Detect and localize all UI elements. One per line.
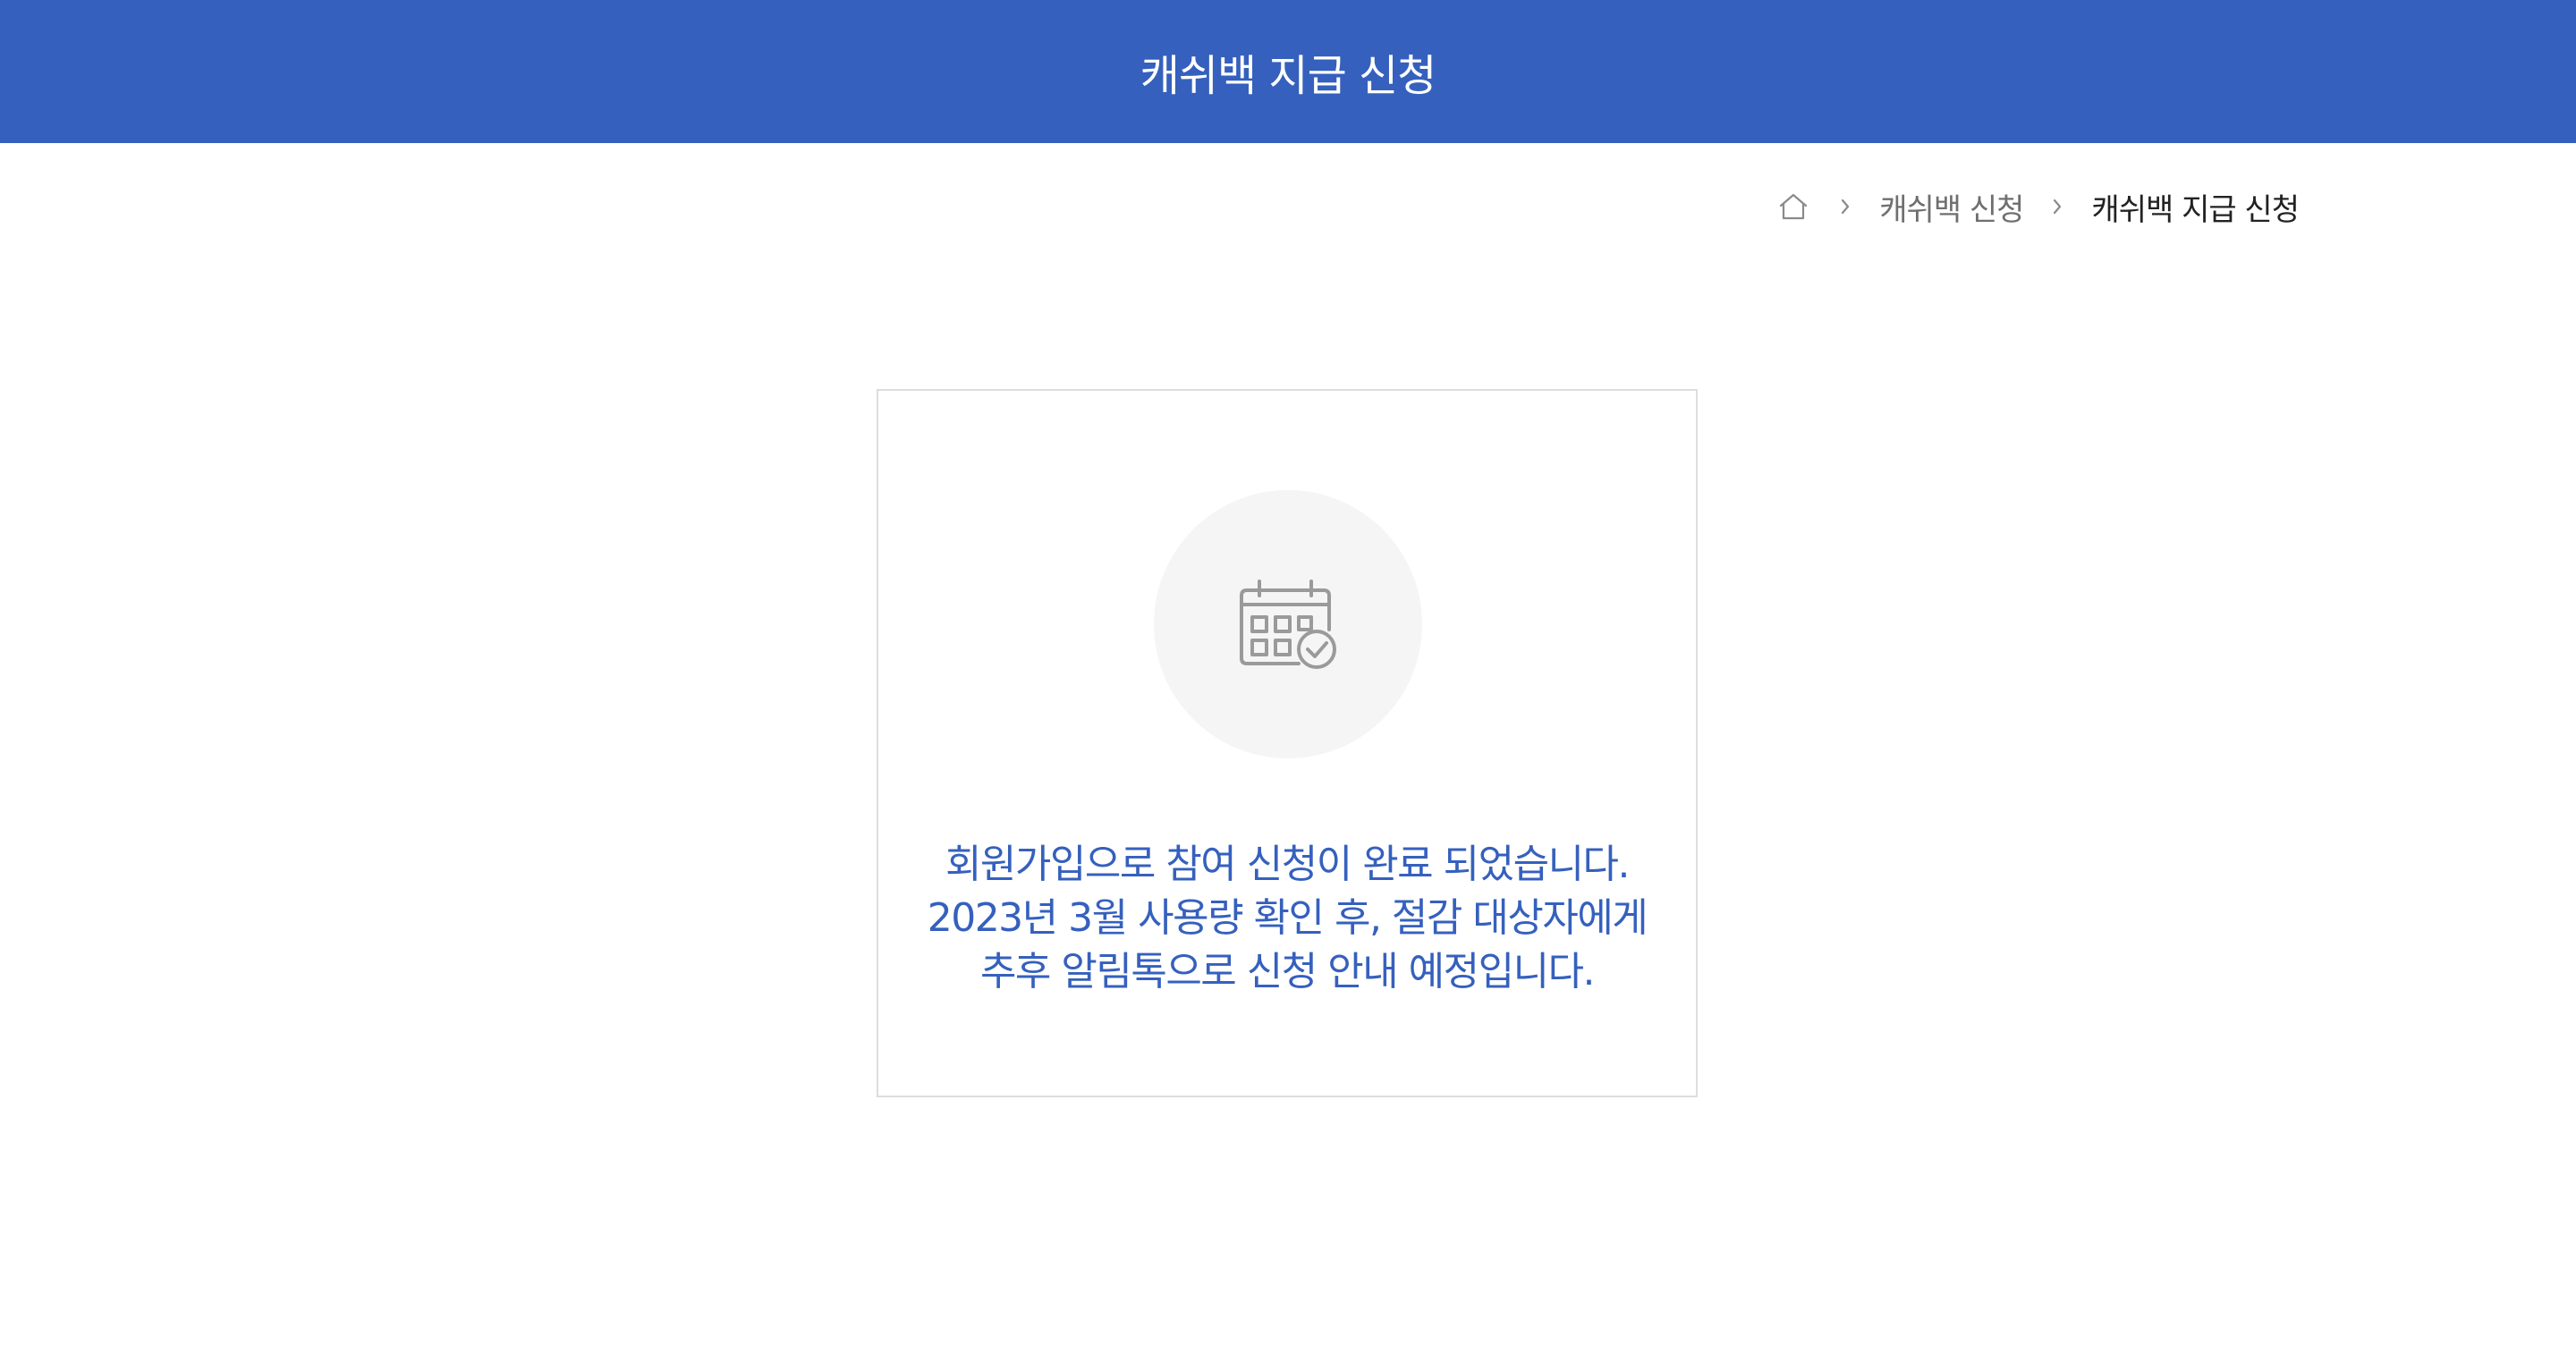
page-title: 캐쉬백 지급 신청 [1140, 51, 1437, 101]
message-line: 추후 알림톡으로 신청 안내 예정입니다. [979, 949, 1596, 994]
chevron-right-icon [1836, 189, 1854, 224]
completion-message: 회원가입으로 참여 신청이 완료 되었습니다. 2023년 3월 사용량 확인 … [878, 838, 1696, 999]
breadcrumb-item-current: 캐쉬백 지급 신청 [2091, 191, 2300, 228]
breadcrumb-item-cashback-apply[interactable]: 캐쉬백 신청 [1879, 185, 2024, 229]
calendar-check-icon [1240, 580, 1336, 669]
chevron-right-icon [2048, 189, 2066, 224]
home-icon[interactable] [1775, 189, 1811, 224]
icon-circle [1154, 490, 1422, 758]
result-card: 회원가입으로 참여 신청이 완료 되었습니다. 2023년 3월 사용량 확인 … [877, 389, 1698, 1097]
message-line: 2023년 3월 사용량 확인 후, 절감 대상자에게 [927, 895, 1648, 941]
message-line: 회원가입으로 참여 신청이 완료 되었습니다. [945, 842, 1631, 887]
page-header: 캐쉬백 지급 신청 [0, 0, 2576, 143]
breadcrumb: 캐쉬백 신청 캐쉬백 지급 신청 [1775, 183, 2300, 230]
